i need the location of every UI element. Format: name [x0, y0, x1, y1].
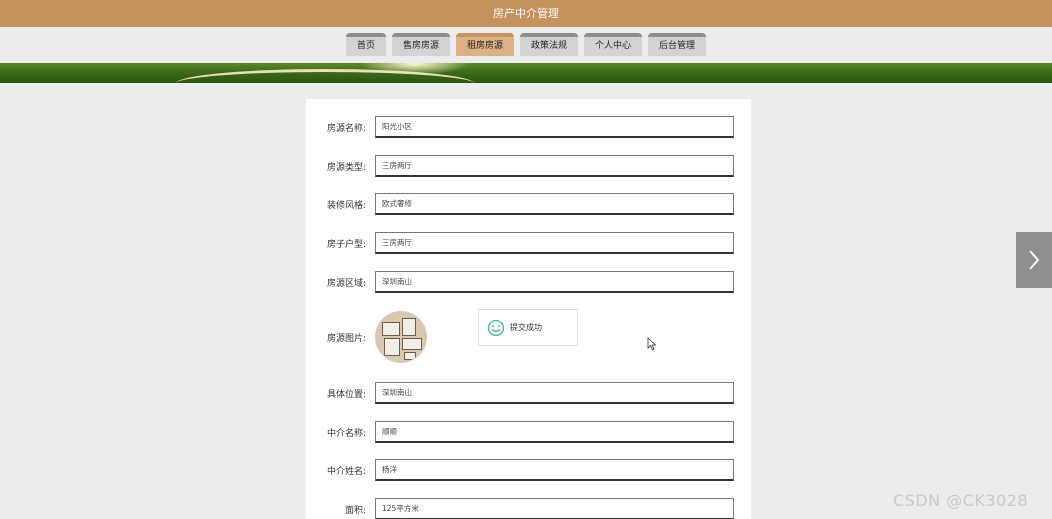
- form-row-address: 具体位置:: [306, 382, 751, 404]
- house-name-input[interactable]: [375, 116, 734, 138]
- region-input[interactable]: [375, 271, 734, 293]
- nav-item-rental-listings[interactable]: 租房房源: [456, 33, 514, 56]
- image-label: 房源图片:: [326, 333, 366, 344]
- house-name-label: 房源名称:: [326, 123, 366, 134]
- layout-input[interactable]: [375, 232, 734, 254]
- layout-label: 房子户型:: [326, 239, 366, 250]
- nav-item-home[interactable]: 首页: [346, 33, 386, 56]
- agent-name-label: 中介姓名:: [326, 466, 366, 477]
- watermark: CSDN @CK3028: [893, 491, 1029, 510]
- listing-form: 房源名称: 房源类型: 装修风格: 房子户型: 房源区域: 房源图片:: [306, 99, 751, 519]
- floorplan-thumbnail[interactable]: [375, 311, 427, 363]
- site-title: 房产中介管理: [493, 7, 559, 20]
- form-row-agency-name: 中介名称:: [306, 421, 751, 443]
- address-label: 具体位置:: [326, 389, 366, 400]
- nav-item-personal-center[interactable]: 个人中心: [584, 33, 642, 56]
- banner-image: [0, 63, 1052, 83]
- toast-text: 提交成功: [510, 323, 542, 332]
- address-input[interactable]: [375, 382, 734, 404]
- house-type-input[interactable]: [375, 155, 734, 177]
- house-type-label: 房源类型:: [326, 162, 366, 173]
- nav-item-admin[interactable]: 后台管理: [648, 33, 706, 56]
- chevron-right-icon: [1029, 250, 1040, 270]
- main-nav: 首页 售房房源 租房房源 政策法规 个人中心 后台管理: [0, 27, 1052, 63]
- agency-name-label: 中介名称:: [326, 428, 366, 439]
- region-label: 房源区域:: [326, 278, 366, 289]
- form-row-agent-name: 中介姓名:: [306, 459, 751, 481]
- mouse-cursor-icon: [647, 337, 657, 351]
- area-label: 面积:: [344, 505, 366, 516]
- next-slide-button[interactable]: [1016, 232, 1052, 288]
- nav-item-sale-listings[interactable]: 售房房源: [392, 33, 450, 56]
- header-title-bar: 房产中介管理: [0, 0, 1052, 27]
- nav-item-policies[interactable]: 政策法规: [520, 33, 578, 56]
- form-row-house-name: 房源名称:: [306, 116, 751, 138]
- decoration-label: 装修风格:: [326, 200, 366, 211]
- form-row-house-type: 房源类型:: [306, 155, 751, 177]
- smile-icon: [487, 319, 505, 336]
- agent-name-input[interactable]: [375, 459, 734, 481]
- agency-name-input[interactable]: [375, 421, 734, 443]
- submit-success-toast: 提交成功: [478, 309, 578, 346]
- form-row-layout: 房子户型:: [306, 232, 751, 254]
- decoration-input[interactable]: [375, 193, 734, 215]
- form-row-region: 房源区域:: [306, 271, 751, 293]
- form-row-decoration: 装修风格:: [306, 193, 751, 215]
- area-input[interactable]: [375, 498, 734, 519]
- form-row-area: 面积:: [306, 498, 751, 519]
